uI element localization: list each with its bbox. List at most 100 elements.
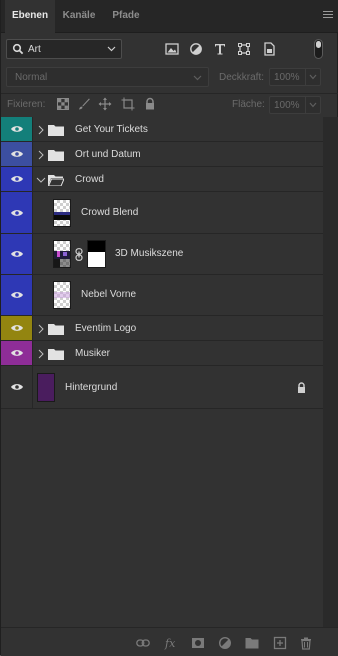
layer-thumbnail xyxy=(53,199,71,227)
new-group-icon[interactable] xyxy=(245,636,259,650)
eye-icon xyxy=(11,126,23,132)
layer-group-crowd[interactable]: Crowd xyxy=(1,167,323,192)
visibility-toggle[interactable] xyxy=(1,117,33,141)
divider xyxy=(1,93,338,94)
layer-thumbnail xyxy=(37,373,55,402)
filter-type-value: Art xyxy=(28,44,41,55)
fill-value: 100% xyxy=(274,100,300,111)
layer-name: Nebel Vorne xyxy=(81,289,137,300)
layer-thumbnail xyxy=(53,240,71,268)
chevron-down-icon[interactable] xyxy=(36,175,46,185)
layers-panel: Ebenen Kanäle Pfade Art Normal Deckkraft… xyxy=(0,0,338,656)
chevron-right-icon[interactable] xyxy=(37,150,45,160)
layers-scrollbar[interactable] xyxy=(323,117,338,636)
layers-empty-area xyxy=(1,409,323,636)
opacity-label: Deckkraft: xyxy=(219,72,265,83)
layer-mask-thumbnail[interactable] xyxy=(87,240,106,268)
add-mask-icon[interactable] xyxy=(191,636,205,650)
eye-icon xyxy=(11,151,23,157)
adjustment-filter-icon[interactable] xyxy=(188,41,204,57)
visibility-toggle[interactable] xyxy=(1,366,33,408)
lock-artboard-icon[interactable] xyxy=(121,97,135,111)
eye-icon xyxy=(11,209,23,216)
chevron-down-icon xyxy=(193,75,202,81)
search-icon xyxy=(12,43,24,55)
fill-label: Fläche: xyxy=(232,99,265,110)
chevron-right-icon[interactable] xyxy=(37,324,45,334)
layer-group-get-your-tickets[interactable]: Get Your Tickets xyxy=(1,117,323,142)
visibility-toggle[interactable] xyxy=(1,316,33,340)
adjustment-layer-icon[interactable] xyxy=(218,636,232,650)
fill-dropdown[interactable] xyxy=(305,97,320,113)
eye-icon xyxy=(11,384,23,390)
folder-icon xyxy=(48,150,64,161)
tab-kanaele[interactable]: Kanäle xyxy=(55,0,103,32)
visibility-toggle[interactable] xyxy=(1,192,33,233)
layers-list: Get Your Tickets Ort und Datum Crowd Cro… xyxy=(1,117,323,409)
chevron-down-icon xyxy=(309,102,317,108)
fill-field[interactable]: 100% xyxy=(269,96,321,114)
lock-all-icon[interactable] xyxy=(143,97,157,111)
trash-icon[interactable] xyxy=(299,636,313,650)
folder-icon xyxy=(48,324,64,335)
folder-open-icon xyxy=(48,175,64,186)
layer-name: Crowd Blend xyxy=(81,207,139,218)
visibility-toggle[interactable] xyxy=(1,341,33,365)
lock-transparent-pixels-icon[interactable] xyxy=(56,97,70,111)
lock-position-icon[interactable] xyxy=(98,97,112,111)
visibility-toggle[interactable] xyxy=(1,275,33,315)
smart-object-badge-icon xyxy=(2,261,10,269)
layer-name: 3D Musikszene xyxy=(115,248,184,259)
filter-toggle-switch[interactable] xyxy=(314,39,323,59)
image-filter-icon[interactable] xyxy=(164,41,180,57)
smart-object-filter-icon[interactable] xyxy=(261,41,277,57)
shape-filter-icon[interactable] xyxy=(236,41,252,57)
layer-crowd-blend[interactable]: Crowd Blend xyxy=(1,192,323,234)
layer-thumbnail xyxy=(53,281,71,309)
layer-name: Musiker xyxy=(75,348,111,359)
eye-icon xyxy=(11,176,23,182)
eye-icon xyxy=(11,251,23,257)
folder-icon xyxy=(48,349,64,360)
visibility-toggle[interactable] xyxy=(1,142,33,166)
mask-link-icon[interactable] xyxy=(75,248,83,261)
filter-type-select[interactable]: Art xyxy=(6,39,122,59)
fx-icon[interactable]: fx xyxy=(164,636,180,650)
layer-3d-musikszene[interactable]: 3D Musikszene xyxy=(1,234,323,275)
layer-nebel-vorne[interactable]: Nebel Vorne xyxy=(1,275,323,316)
layer-name: Crowd xyxy=(75,174,104,185)
panel-tab-bar: Ebenen Kanäle Pfade xyxy=(1,0,338,33)
layer-hintergrund[interactable]: Hintergrund xyxy=(1,366,323,409)
lock-icon xyxy=(298,382,305,393)
chevron-right-icon[interactable] xyxy=(37,125,45,135)
layer-group-musiker[interactable]: Musiker xyxy=(1,341,323,366)
layer-group-ort-und-datum[interactable]: Ort und Datum xyxy=(1,142,323,167)
tab-pfade[interactable]: Pfade xyxy=(104,0,148,32)
layer-name: Eventim Logo xyxy=(75,323,137,334)
layer-name: Ort und Datum xyxy=(75,149,141,160)
lock-label: Fixieren: xyxy=(7,99,46,110)
panel-menu-icon[interactable] xyxy=(323,11,333,20)
link-layers-icon[interactable] xyxy=(136,636,150,650)
layer-name: Hintergrund xyxy=(65,382,118,393)
opacity-dropdown[interactable] xyxy=(305,69,320,85)
opacity-value: 100% xyxy=(274,72,300,83)
folder-icon xyxy=(48,125,64,136)
eye-icon xyxy=(11,350,23,356)
blend-mode-value: Normal xyxy=(15,72,48,83)
tab-ebenen[interactable]: Ebenen xyxy=(5,0,55,33)
eye-icon xyxy=(11,325,23,331)
opacity-field[interactable]: 100% xyxy=(269,68,321,86)
eye-icon xyxy=(11,292,23,298)
blend-mode-select[interactable]: Normal xyxy=(6,67,209,87)
lock-image-pixels-icon[interactable] xyxy=(77,97,91,111)
layer-name: Get Your Tickets xyxy=(75,124,148,135)
type-filter-icon[interactable] xyxy=(212,41,228,57)
chevron-down-icon xyxy=(107,46,116,52)
svg-text:fx: fx xyxy=(164,637,176,650)
chevron-right-icon[interactable] xyxy=(37,349,45,359)
layer-group-eventim-logo[interactable]: Eventim Logo xyxy=(1,316,323,341)
visibility-toggle[interactable] xyxy=(1,167,33,191)
new-layer-icon[interactable] xyxy=(273,636,287,650)
chevron-down-icon xyxy=(309,74,317,80)
